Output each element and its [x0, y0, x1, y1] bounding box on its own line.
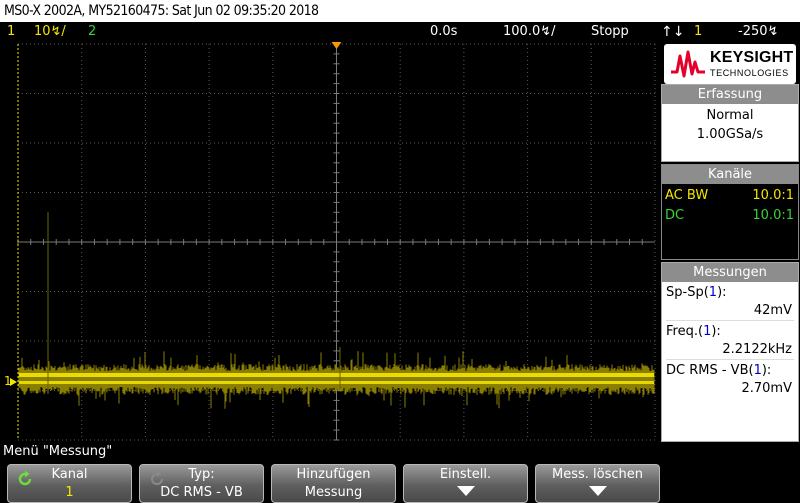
acquisition-mode: Normal: [706, 108, 754, 123]
measurements-panel: Messungen Sp-Sp(1): 42mV Freq.(1): 2.212…: [661, 262, 799, 442]
channel1-row: AC BW 10.0:1: [662, 186, 798, 206]
status-bar: 1 10↯/ 2 0.0s 100.0↯/ Stopp ↑↓ 1 -250↯: [0, 22, 800, 42]
measurement-name: Freq.(1):: [666, 324, 721, 339]
channel1-probe: 10.0:1: [752, 188, 794, 203]
measurement-name: DC RMS - VB(1):: [666, 363, 772, 378]
window-title: MS0-X 2002A, MY52160475: Sat Jun 02 09:3…: [0, 0, 800, 22]
channel2-label[interactable]: 2: [88, 22, 96, 42]
run-state[interactable]: Stopp: [591, 22, 629, 42]
trigger-level[interactable]: -250↯: [738, 22, 778, 42]
submenu-arrow-icon: [588, 486, 607, 496]
softkey-type[interactable]: Typ: DC RMS - VB: [139, 464, 264, 503]
keysight-wave-icon: [671, 50, 705, 78]
acquisition-header: Erfassung: [662, 85, 798, 104]
softkey-add-value: Messung: [304, 485, 363, 500]
rotate-knob-icon: [18, 470, 32, 486]
waveform-graticule: 1: [4, 42, 656, 441]
softkey-add-title: Hinzufügen: [296, 467, 371, 482]
channels-panel: Kanäle AC BW 10.0:1 DC 10.0:1: [661, 164, 799, 260]
measurements-header: Messungen: [662, 263, 798, 282]
softkey-add-measurement[interactable]: Hinzufügen Messung: [271, 464, 396, 503]
measurement-value: 2.70mV: [741, 381, 792, 396]
channel1-label[interactable]: 1: [7, 22, 15, 42]
channels-header: Kanäle: [662, 165, 798, 184]
ground-marker-icon: [10, 378, 17, 386]
softkey-settings-title: Einstell.: [439, 467, 492, 482]
measurement-value: 42mV: [666, 302, 794, 321]
measurement-value: 2.2122kHz: [666, 341, 794, 360]
trigger-edge-icon: ↑↓: [661, 24, 685, 40]
softkey-clear-title: Mess. löschen: [552, 467, 643, 482]
waveform-band: [19, 381, 654, 384]
acquisition-rate: 1.00GSa/s: [696, 127, 764, 142]
softkey-clear-measurements[interactable]: Mess. löschen: [535, 464, 660, 503]
channel2-probe: 10.0:1: [752, 208, 794, 223]
trigger-source[interactable]: 1: [694, 22, 702, 42]
waveform-band: [19, 373, 654, 377]
waveform-display[interactable]: 1: [0, 42, 660, 442]
measurement-name: Sp-Sp(1):: [666, 285, 727, 300]
time-offset[interactable]: 0.0s: [430, 22, 457, 42]
softkey-channel[interactable]: Kanal 1: [7, 464, 132, 503]
channel1-coupling: AC BW: [665, 188, 709, 203]
softkey-bar: Kanal 1 Typ: DC RMS - VB Hinzufügen Mess…: [0, 461, 800, 503]
acquisition-panel: Erfassung Normal 1.00GSa/s: [661, 84, 799, 162]
right-info-panel: KEYSIGHT TECHNOLOGIES Erfassung Normal 1…: [660, 42, 800, 442]
channel2-row: DC 10.0:1: [662, 206, 798, 226]
keysight-logo: KEYSIGHT TECHNOLOGIES: [664, 44, 796, 84]
logo-subtitle: TECHNOLOGIES: [710, 68, 789, 78]
channel1-scale[interactable]: 10↯/: [34, 22, 66, 42]
channel2-coupling: DC: [665, 208, 685, 223]
softkey-settings[interactable]: Einstell.: [403, 464, 528, 503]
menu-title: Menü "Messung": [0, 442, 800, 461]
trigger-position-marker: [331, 42, 342, 49]
submenu-arrow-icon: [456, 486, 475, 496]
time-scale[interactable]: 100.0↯/: [503, 22, 556, 42]
logo-brand: KEYSIGHT: [710, 49, 794, 66]
rotate-knob-icon: [151, 471, 163, 485]
